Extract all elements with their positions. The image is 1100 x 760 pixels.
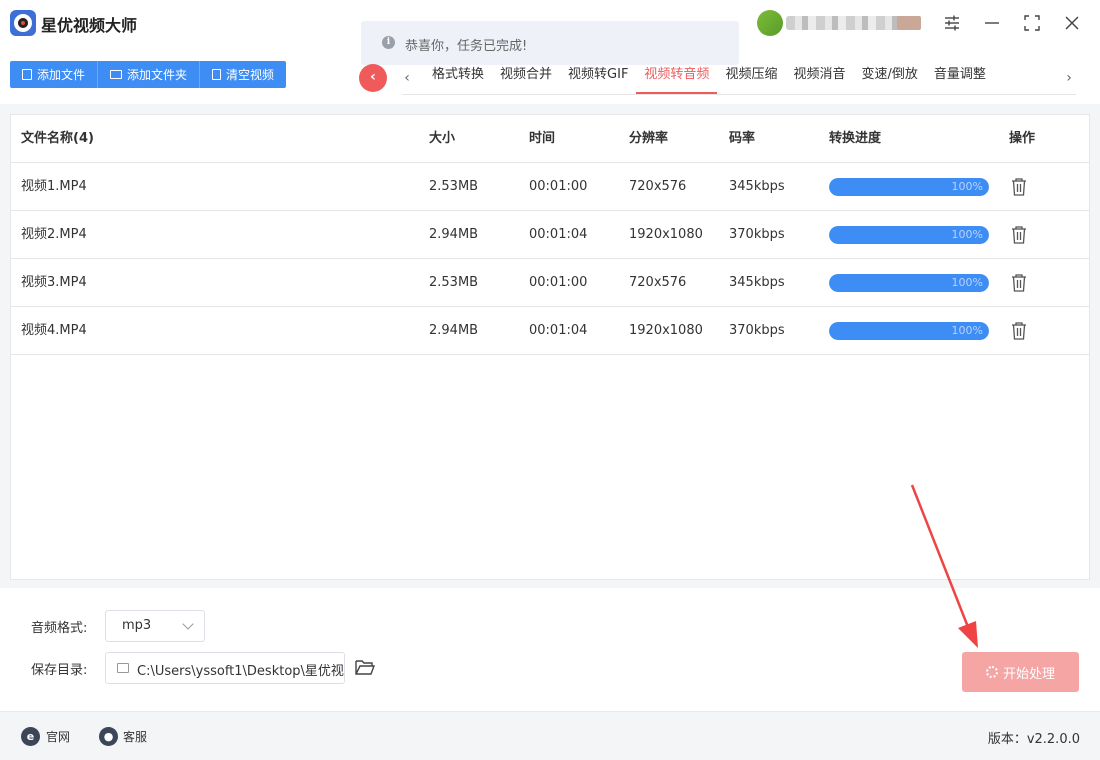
maximize-icon[interactable]	[1021, 12, 1043, 34]
success-toast: i 恭喜你，任务已完成!	[361, 21, 739, 65]
add-file-label: 添加文件	[37, 68, 86, 82]
add-folder-label: 添加文件夹	[127, 68, 188, 82]
open-folder-icon[interactable]	[354, 657, 376, 677]
output-settings: 音频格式: mp3 保存目录: C:\Users\yssoft1\Desktop…	[0, 588, 1100, 711]
info-icon: i	[382, 36, 395, 49]
file-size: 2.94MB	[429, 323, 479, 338]
delete-icon[interactable]	[1010, 177, 1028, 197]
header-time: 时间	[529, 131, 556, 146]
file-duration: 00:01:04	[529, 227, 588, 242]
table-header: 文件名称(4) 大小 时间 分辨率 码率 转换进度 操作	[11, 115, 1089, 163]
minimize-icon[interactable]	[981, 12, 1003, 34]
file-resolution: 720x576	[629, 275, 687, 290]
progress-bar: 100%	[829, 178, 989, 196]
file-size: 2.53MB	[429, 275, 479, 290]
file-size: 2.94MB	[429, 227, 479, 242]
version-text: 版本：v2.2.0.0	[987, 732, 1080, 747]
table-row[interactable]: 视频1.MP4 2.53MB 00:01:00 720x576 345kbps …	[11, 163, 1089, 211]
file-size: 2.53MB	[429, 179, 479, 194]
add-file-button[interactable]: 添加文件	[10, 61, 99, 88]
header-progress: 转换进度	[829, 131, 882, 146]
settings-sliders-icon[interactable]	[941, 12, 963, 34]
file-bitrate: 370kbps	[729, 323, 785, 338]
file-toolbar: 添加文件 添加文件夹 清空视频	[10, 61, 287, 88]
file-resolution: 1920x1080	[629, 227, 703, 242]
tab-video-merge[interactable]: 视频合并	[492, 60, 560, 94]
back-arrow-icon[interactable]: ‹	[359, 64, 387, 92]
header-size: 大小	[429, 131, 456, 146]
chat-icon[interactable]: ●	[99, 727, 118, 746]
tab-divider	[402, 94, 1076, 95]
file-bitrate: 345kbps	[729, 275, 785, 290]
tabs-next-icon[interactable]: ›	[1061, 68, 1077, 88]
start-processing-label: 开始处理	[1002, 666, 1055, 682]
table-row[interactable]: 视频4.MP4 2.94MB 00:01:04 1920x1080 370kbp…	[11, 307, 1089, 355]
file-table: 文件名称(4) 大小 时间 分辨率 码率 转换进度 操作 视频1.MP4 2.5…	[10, 114, 1090, 580]
file-resolution: 1920x1080	[629, 323, 703, 338]
tabs-prev-icon[interactable]: ‹	[399, 68, 415, 88]
delete-icon[interactable]	[1010, 273, 1028, 293]
tab-video-compress[interactable]: 视频压缩	[717, 60, 785, 94]
start-processing-button[interactable]: 开始处理	[962, 652, 1079, 692]
app-logo-icon	[10, 10, 36, 36]
header-action: 操作	[1009, 131, 1036, 146]
save-dir-input[interactable]: C:\Users\yssoft1\Desktop\星优视频	[105, 652, 345, 684]
progress-text: 100%	[951, 228, 983, 241]
file-duration: 00:01:00	[529, 179, 588, 194]
clear-videos-label: 清空视频	[226, 68, 275, 82]
header-bitrate: 码率	[729, 131, 756, 146]
app-title: 星优视频大师	[41, 16, 138, 35]
website-link[interactable]: 官网	[46, 728, 70, 745]
file-icon	[22, 69, 32, 80]
close-icon[interactable]	[1061, 12, 1083, 34]
delete-icon[interactable]	[1010, 321, 1028, 341]
loading-icon	[985, 666, 998, 678]
save-dir-label: 保存目录:	[31, 663, 88, 678]
progress-text: 100%	[951, 324, 983, 337]
toast-message: 恭喜你，任务已完成!	[405, 39, 528, 54]
status-bar: e 官网 ● 客服 版本：v2.2.0.0	[0, 711, 1100, 760]
delete-icon[interactable]	[1010, 225, 1028, 245]
progress-text: 100%	[951, 180, 983, 193]
progress-bar: 100%	[829, 322, 989, 340]
add-folder-button[interactable]: 添加文件夹	[98, 61, 201, 88]
progress-text: 100%	[951, 276, 983, 289]
folder-icon	[117, 663, 129, 673]
tab-video-mute[interactable]: 视频消音	[785, 60, 853, 94]
file-bitrate: 345kbps	[729, 179, 785, 194]
header-resolution: 分辨率	[629, 131, 669, 146]
tab-video-to-gif[interactable]: 视频转GIF	[560, 60, 636, 94]
user-name-blurred[interactable]	[786, 16, 921, 30]
function-tabs: 格式转换 视频合并 视频转GIF 视频转音频 视频压缩 视频消音 变速/倒放 音…	[424, 60, 994, 94]
folder-icon	[110, 70, 123, 79]
tab-volume-adjust[interactable]: 音量调整	[926, 60, 994, 94]
audio-format-select[interactable]: mp3	[105, 610, 205, 642]
progress-bar: 100%	[829, 226, 989, 244]
header-name: 文件名称(4)	[21, 131, 94, 146]
website-icon[interactable]: e	[21, 727, 40, 746]
file-name: 视频3.MP4	[21, 275, 87, 290]
file-name: 视频4.MP4	[21, 323, 87, 338]
file-resolution: 720x576	[629, 179, 687, 194]
table-row[interactable]: 视频2.MP4 2.94MB 00:01:04 1920x1080 370kbp…	[11, 211, 1089, 259]
file-bitrate: 370kbps	[729, 227, 785, 242]
file-duration: 00:01:04	[529, 323, 588, 338]
table-row[interactable]: 视频3.MP4 2.53MB 00:01:00 720x576 345kbps …	[11, 259, 1089, 307]
support-link[interactable]: 客服	[123, 728, 147, 745]
file-name: 视频2.MP4	[21, 227, 87, 242]
file-name: 视频1.MP4	[21, 179, 87, 194]
trash-icon	[212, 69, 222, 80]
audio-format-value: mp3	[122, 618, 152, 633]
clear-videos-button[interactable]: 清空视频	[200, 61, 287, 88]
audio-format-label: 音频格式:	[31, 621, 88, 636]
progress-bar: 100%	[829, 274, 989, 292]
tab-video-to-audio[interactable]: 视频转音频	[636, 60, 718, 94]
tab-format-convert[interactable]: 格式转换	[424, 60, 492, 94]
main-panel: 文件名称(4) 大小 时间 分辨率 码率 转换进度 操作 视频1.MP4 2.5…	[0, 104, 1100, 588]
chevron-down-icon	[182, 618, 194, 630]
user-avatar[interactable]	[757, 10, 783, 36]
tab-speed-reverse[interactable]: 变速/倒放	[853, 60, 925, 94]
save-dir-value: C:\Users\yssoft1\Desktop\星优视频	[137, 664, 345, 679]
file-duration: 00:01:00	[529, 275, 588, 290]
